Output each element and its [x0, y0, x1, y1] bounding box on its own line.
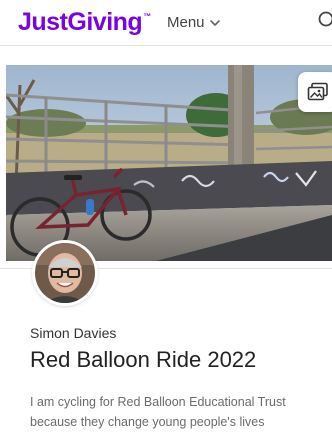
chevron-down-icon: [209, 19, 220, 26]
avatar-photo: [35, 243, 95, 303]
site-header: JustGiving™ Menu: [0, 0, 332, 46]
logo-text: JustGiving: [18, 8, 143, 36]
menu-label: Menu: [167, 14, 205, 31]
avatar: [32, 240, 98, 306]
owner-name[interactable]: Simon Davies: [30, 325, 116, 341]
logo-trademark: ™: [143, 12, 151, 21]
search-icon[interactable]: [318, 11, 332, 31]
page-title: Red Balloon Ride 2022: [30, 347, 257, 372]
cover-photo: [6, 65, 332, 261]
cover-photo-image: [6, 65, 332, 261]
menu-button[interactable]: Menu: [167, 14, 221, 31]
page: JustGiving™ Menu Simon Davies Red Balloo…: [0, 0, 332, 432]
photo-gallery-icon: [307, 82, 328, 101]
page-story: I am cycling for Red Balloon Educational…: [30, 395, 286, 429]
photo-gallery-button[interactable]: [298, 72, 332, 112]
justgiving-logo[interactable]: JustGiving™: [18, 8, 151, 37]
